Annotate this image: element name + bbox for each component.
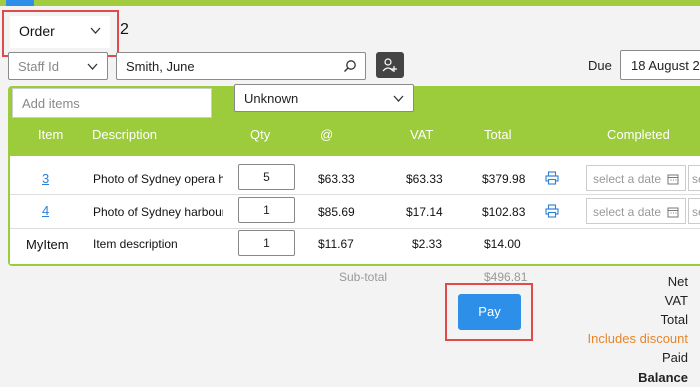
category-select[interactable]: Unknown (234, 84, 414, 112)
net-label: Net (667, 274, 688, 289)
column-header-qty: Qty (250, 127, 271, 142)
completed-time-field[interactable]: se (688, 198, 700, 224)
due-date-value: 18 August 20 (631, 58, 700, 73)
row-divider (10, 228, 700, 229)
column-header-completed: Completed (607, 127, 670, 142)
quantity-field[interactable]: 1 (238, 197, 295, 223)
printer-icon[interactable] (545, 171, 559, 185)
add-user-icon (382, 58, 397, 72)
total-label: Total (660, 312, 688, 327)
unit-price: $11.67 (318, 237, 354, 251)
chevron-down-icon (393, 95, 404, 102)
add-customer-button[interactable] (376, 52, 404, 78)
printer-icon[interactable] (545, 204, 559, 218)
column-header-vat: VAT (410, 127, 434, 142)
staff-id-placeholder: Staff Id (18, 59, 59, 74)
order-number: 2 (120, 21, 129, 38)
vat-label: VAT (664, 293, 688, 308)
quantity-value: 1 (263, 203, 270, 217)
unit-price: $63.33 (318, 172, 355, 186)
category-value: Unknown (244, 91, 299, 106)
quantity-value: 5 (263, 170, 270, 184)
column-header-total: Total (484, 127, 512, 142)
completed-date-picker[interactable]: select a date (586, 165, 686, 191)
time-placeholder: se (692, 205, 700, 219)
quantity-value: 1 (263, 236, 270, 250)
quantity-field[interactable]: 5 (238, 164, 295, 190)
paid-label: Paid (661, 350, 688, 365)
completed-date-picker[interactable]: select a date (586, 198, 686, 224)
order-type-highlight (2, 10, 119, 57)
line-total: $14.00 (484, 237, 521, 251)
balance-label: Balance (638, 370, 688, 385)
completed-time-field[interactable]: se (688, 165, 700, 191)
subtotal-label: Sub-total (339, 270, 388, 284)
pay-button-highlight (445, 283, 533, 341)
line-total: $379.98 (482, 172, 526, 186)
staff-id-select[interactable]: Staff Id (8, 52, 108, 80)
column-header-item: Item (38, 127, 64, 142)
vat-amount: $63.33 (406, 172, 443, 186)
item-link[interactable]: 3 (42, 171, 49, 186)
add-items-input[interactable]: Add items (12, 88, 212, 118)
chevron-down-icon (87, 63, 98, 70)
column-header-description: Description (92, 127, 158, 142)
customer-name: Smith, June (126, 59, 195, 74)
unit-price: $85.69 (318, 205, 355, 219)
customer-search-input[interactable]: Smith, June (116, 52, 366, 80)
vat-amount: $17.14 (406, 205, 443, 219)
add-items-placeholder: Add items (22, 96, 80, 111)
calendar-icon (667, 174, 679, 185)
item-description: Photo of Sydney harbour (93, 205, 223, 219)
vat-amount: $2.33 (412, 237, 443, 251)
top-accent-bar (0, 0, 700, 6)
item-description: Photo of Sydney opera ho (93, 172, 223, 186)
column-header-at: @ (320, 127, 334, 142)
time-placeholder: se (692, 172, 700, 186)
active-tab-indicator[interactable] (6, 0, 34, 6)
calendar-icon (667, 207, 679, 218)
quantity-field[interactable]: 1 (238, 230, 295, 256)
item-link[interactable]: 4 (42, 203, 49, 218)
includes-discount-label: Includes discount (587, 331, 688, 346)
item-description: Item description (93, 237, 178, 251)
line-total: $102.83 (482, 205, 526, 219)
subtotal-value: $496.81 (484, 270, 528, 284)
due-date-field[interactable]: 18 August 20 (620, 50, 700, 80)
due-label: Due (588, 58, 612, 73)
date-placeholder: select a date (593, 172, 662, 186)
search-icon[interactable] (343, 59, 357, 73)
item-code: MyItem (26, 237, 69, 252)
date-placeholder: select a date (593, 205, 662, 219)
row-divider (10, 194, 700, 195)
